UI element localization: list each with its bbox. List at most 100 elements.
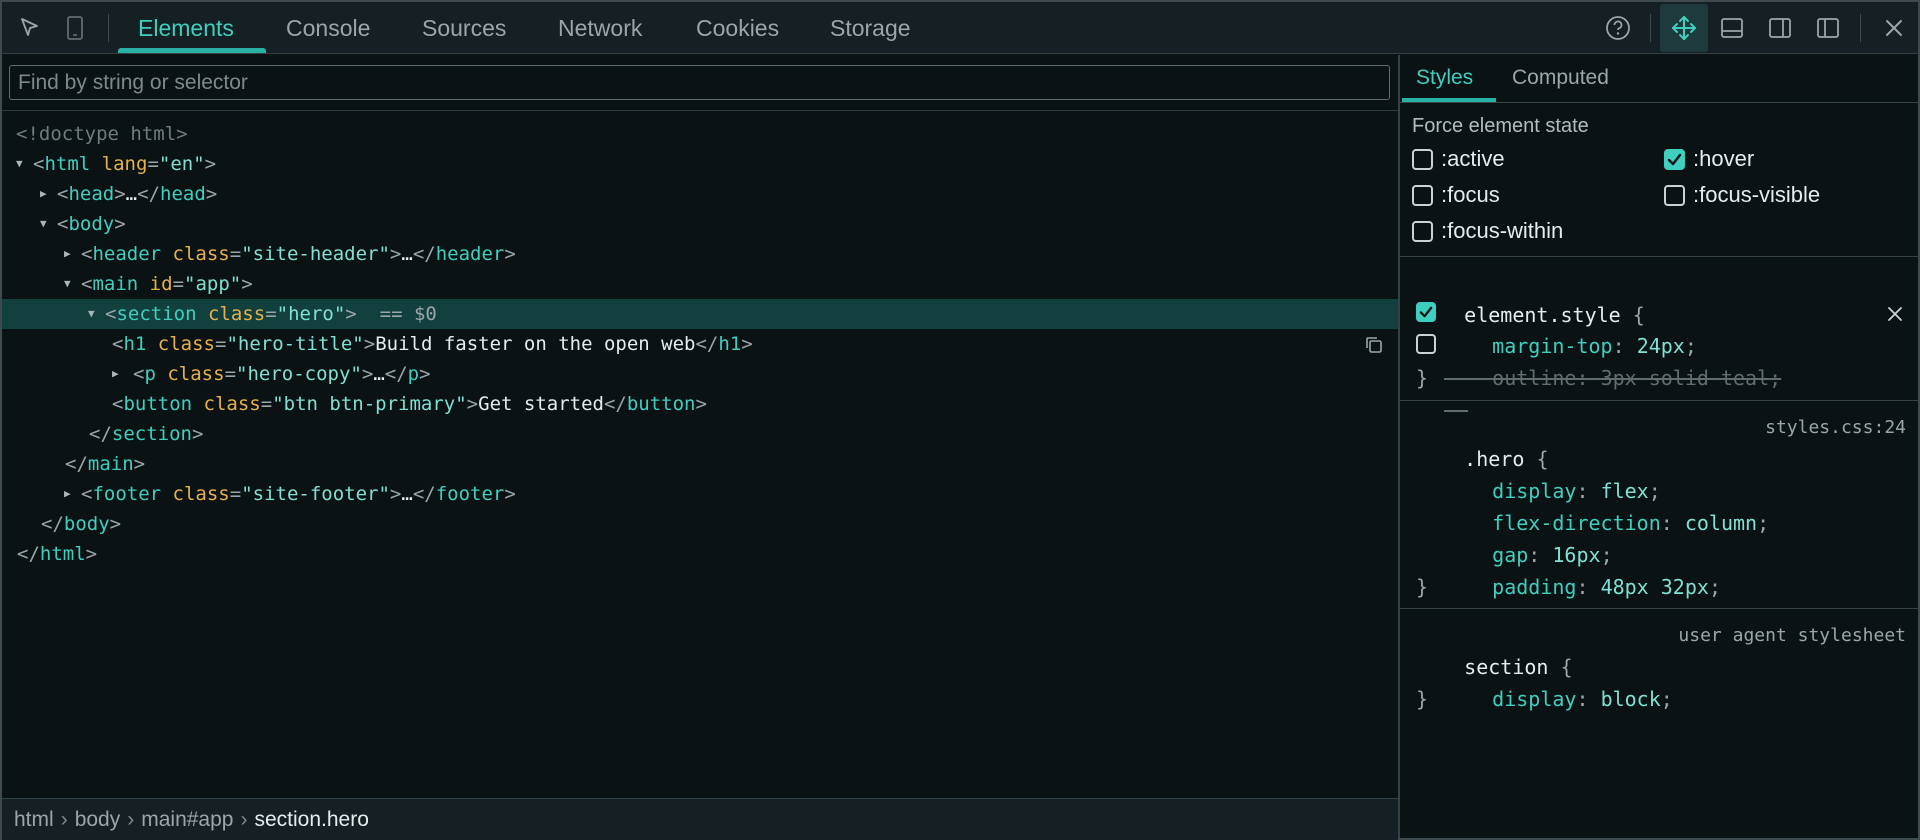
expand-triangle-icon[interactable]: ▼ <box>64 269 71 299</box>
dom-node-footer[interactable]: ▶ <footer class="site-footer">…</footer> <box>2 479 1398 509</box>
tab-storage[interactable]: Storage <box>830 2 911 54</box>
property-value[interactable]: column <box>1685 511 1757 535</box>
dom-node-main[interactable]: ▼ <main id="app"> <box>2 269 1398 299</box>
tag-name: h1 <box>123 333 147 355</box>
attr-name: class <box>167 363 225 385</box>
property-padding[interactable]: padding: 48px 32px; <box>1444 539 1721 599</box>
tag-name: head <box>160 183 206 205</box>
attr-name: class <box>157 333 215 355</box>
state-active-checkbox[interactable]: :active <box>1412 146 1505 172</box>
collapse-triangle-icon[interactable]: ▶ <box>64 239 71 269</box>
property-margin-top[interactable]: margin-top: 24px; <box>1444 298 1697 358</box>
dom-node-html[interactable]: ▼ <html lang="en"> <box>2 149 1398 179</box>
toolbar-separator <box>108 14 109 42</box>
expand-triangle-icon[interactable]: ▼ <box>40 209 47 239</box>
dom-node-body-close[interactable]: </body> <box>2 509 1398 539</box>
attr-value: "site-header" <box>241 243 390 265</box>
remove-property-icon[interactable] <box>1886 305 1904 328</box>
expand-triangle-icon[interactable]: ▼ <box>88 299 95 329</box>
dom-node-button[interactable]: <button class="btn btn-primary">Get star… <box>2 389 1398 419</box>
dock-left-icon[interactable] <box>1810 2 1846 54</box>
expand-triangle-icon[interactable]: ▼ <box>16 149 23 179</box>
property-display[interactable]: display: flex; <box>1444 443 1661 503</box>
dom-node-p[interactable]: ▶ <p class="hero-copy">…</p> <box>2 359 1398 389</box>
state-hover-checkbox[interactable]: :hover <box>1664 146 1754 172</box>
breadcrumb-item-html[interactable]: html <box>14 808 54 832</box>
dom-node-section-selected[interactable]: ▼ <section class="hero"> == $0 <box>2 299 1398 353</box>
tag-name: h1 <box>718 333 742 355</box>
checkbox-box[interactable] <box>1664 184 1685 206</box>
rule-header-section: section { <box>1416 619 1572 679</box>
tag-name: html <box>44 153 91 175</box>
semicolon: ; <box>1757 511 1770 535</box>
breadcrumb-item-main[interactable]: main#app <box>141 808 233 832</box>
collapse-triangle-icon[interactable]: ▶ <box>64 479 71 509</box>
property-value[interactable]: 48px 32px <box>1601 575 1709 599</box>
checkbox-box-checked[interactable] <box>1664 148 1685 170</box>
check-icon <box>1419 306 1433 318</box>
dom-node-doctype[interactable]: <!doctype html> <box>2 119 1398 149</box>
checkbox-box[interactable] <box>1412 184 1433 206</box>
property-gap[interactable]: gap: 16px; <box>1444 507 1612 567</box>
checkbox-box[interactable] <box>1412 148 1433 170</box>
styles-tabs: Styles Computed <box>1400 55 1918 103</box>
attr-value: "hero" <box>276 303 346 325</box>
dom-node-main-close[interactable]: </main> <box>2 449 1398 479</box>
rule-source-label: user agent stylesheet <box>1678 625 1906 646</box>
tab-console[interactable]: Console <box>286 2 370 54</box>
dom-tree: <!doctype html> ▼ <html lang="en"> ▶ <he… <box>2 119 1398 569</box>
state-label: :hover <box>1693 146 1755 171</box>
select-element-icon[interactable] <box>12 2 48 54</box>
collapse-triangle-icon[interactable]: ▶ <box>112 359 119 389</box>
tab-network[interactable]: Network <box>558 2 642 54</box>
property-flex-direction[interactable]: flex-direction: column; <box>1444 475 1769 535</box>
tag-name: main <box>92 273 139 295</box>
search-field[interactable] <box>9 65 1390 100</box>
dock-right-icon[interactable] <box>1762 2 1798 54</box>
tab-elements[interactable]: Elements <box>138 2 234 54</box>
move-dock-icon[interactable] <box>1660 2 1708 54</box>
help-icon[interactable] <box>1600 2 1636 54</box>
tab-styles[interactable]: Styles <box>1416 55 1473 103</box>
tab-sources[interactable]: Sources <box>422 2 506 54</box>
tag-name: body <box>63 513 110 535</box>
property-name: display <box>1492 687 1577 711</box>
attr-name: lang <box>101 153 148 175</box>
rule-source-link[interactable]: styles.css:24 <box>1765 417 1906 438</box>
tab-computed[interactable]: Computed <box>1512 55 1609 103</box>
brace-close: } <box>1416 575 1429 599</box>
dom-node-h1[interactable]: <h1 class="hero-title">Build faster on t… <box>2 329 1398 359</box>
property-name[interactable]: padding <box>1492 575 1576 599</box>
dom-node-section-close[interactable]: </section> <box>2 419 1398 449</box>
property-value[interactable]: 3px solid teal <box>1601 366 1770 390</box>
dom-node-body[interactable]: ▼ <body> <box>2 209 1398 239</box>
tag-name: head <box>68 183 115 205</box>
styles-tab-indicator <box>1402 98 1496 102</box>
breadcrumb-item-body[interactable]: body <box>75 808 121 832</box>
property-toggle[interactable] <box>1416 334 1436 354</box>
state-focus-within-checkbox[interactable]: :focus-within <box>1412 218 1563 244</box>
force-state-title: Force element state <box>1412 115 1589 137</box>
state-focus-visible-checkbox[interactable]: :focus-visible <box>1664 182 1820 208</box>
state-focus-checkbox[interactable]: :focus <box>1412 182 1500 208</box>
checkbox-box[interactable] <box>1412 220 1433 242</box>
property-outline-disabled[interactable]: outline: 3px solid teal; <box>1444 330 1781 390</box>
dom-node-head[interactable]: ▶ <head>…</head> <box>2 179 1398 209</box>
doctype-text: <!doctype html> <box>16 123 188 145</box>
device-toolbar-icon[interactable] <box>60 2 90 54</box>
search-input[interactable] <box>10 66 1389 99</box>
brace-close: } <box>1416 366 1429 390</box>
dock-bottom-icon[interactable] <box>1714 2 1750 54</box>
tag-name: button <box>626 393 696 415</box>
collapse-triangle-icon[interactable]: ▶ <box>40 179 47 209</box>
close-icon[interactable] <box>1876 2 1912 54</box>
property-value: block <box>1600 687 1661 711</box>
property-toggle-checked[interactable] <box>1416 302 1436 322</box>
property-name[interactable]: outline <box>1492 366 1576 390</box>
attr-name: class <box>172 483 230 505</box>
tab-cookies[interactable]: Cookies <box>696 2 779 54</box>
breadcrumb-item-section[interactable]: section.hero <box>254 808 368 832</box>
dom-node-html-close[interactable]: </html> <box>2 539 1398 569</box>
dom-node-header[interactable]: ▶ <header class="site-header">…</header> <box>2 239 1398 269</box>
tag-name: button <box>123 393 193 415</box>
